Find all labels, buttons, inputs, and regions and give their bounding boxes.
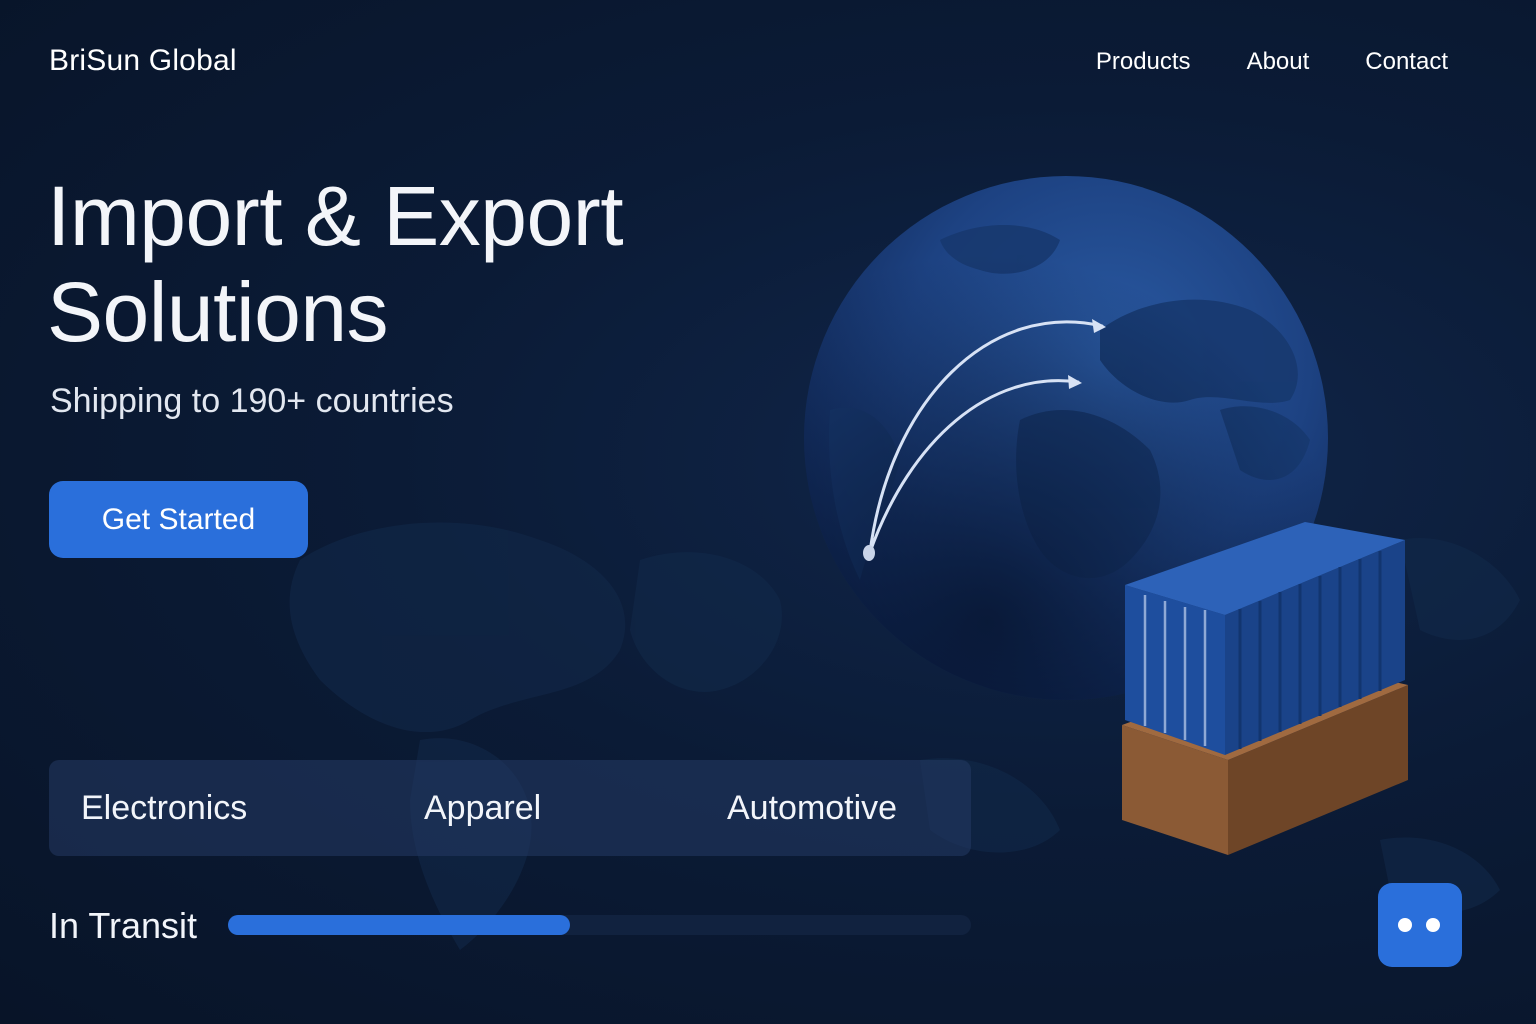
nav-products-link[interactable]: Products (1096, 48, 1191, 76)
chat-button[interactable] (1378, 883, 1462, 967)
shipping-container-illustration (1122, 522, 1408, 855)
top-nav: Products About Contact (1096, 48, 1448, 76)
transit-progress-fill (228, 915, 570, 935)
category-bar: Electronics Apparel Automotive (49, 760, 971, 856)
hero-title-line1: Import & Export (47, 169, 624, 263)
category-apparel[interactable]: Apparel (424, 789, 541, 828)
transit-progress-bar (228, 915, 971, 935)
category-automotive[interactable]: Automotive (727, 789, 897, 828)
category-electronics[interactable]: Electronics (81, 789, 247, 828)
brand-logo[interactable]: BriSun Global (49, 44, 237, 78)
hero-title: Import & Export Solutions (47, 168, 624, 360)
nav-contact-link[interactable]: Contact (1365, 48, 1448, 76)
hero-title-line2: Solutions (47, 265, 389, 359)
nav-about-link[interactable]: About (1247, 48, 1310, 76)
get-started-button[interactable]: Get Started (49, 481, 308, 558)
in-transit-label: In Transit (49, 905, 198, 946)
hero-subtitle: Shipping to 190+ countries (50, 382, 454, 420)
